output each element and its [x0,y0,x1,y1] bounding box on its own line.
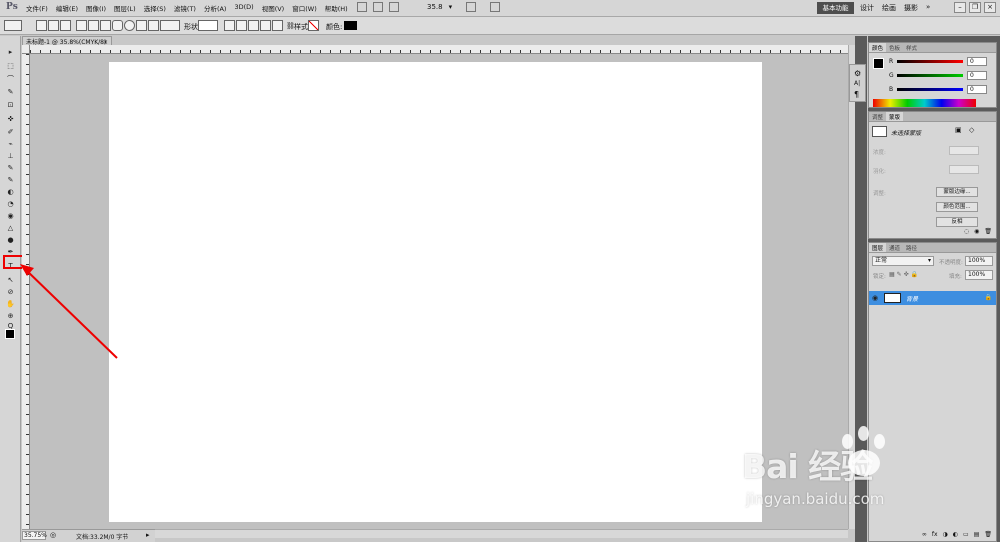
pixel-mask-icon[interactable]: ▣ [955,126,962,134]
slider-blue[interactable]: B 0 [889,85,994,94]
blue-track[interactable] [897,88,963,91]
lock-icons[interactable]: ▦✎✜🔒 [889,271,920,278]
green-track[interactable] [897,74,963,77]
red-track[interactable] [897,60,963,63]
color-panel: 颜色 色板 样式 R 0 G 0 B 0 [868,42,997,108]
fx-icon[interactable]: fx [932,531,938,541]
density-field[interactable] [949,146,979,155]
collapsed-panels: ⚙ A| ¶ [849,64,866,102]
character-icon[interactable]: A| [854,80,860,87]
new-group-icon[interactable]: ▭ [963,531,969,541]
red-value[interactable]: 0 [967,57,987,66]
tab-channels[interactable]: 通道 [886,243,903,252]
link-layers-icon[interactable]: ∞ [922,531,927,541]
visibility-icon[interactable]: ◉ [974,228,979,238]
zoom-field[interactable]: 35.75% [22,531,47,540]
opacity-label: 不透明度: [939,260,963,266]
layers-panel-footer: ∞ fx ◑ ◐ ▭ ▤ 🗑 [869,531,996,541]
green-value[interactable]: 0 [967,71,987,80]
fill-field[interactable]: 100% [965,270,993,280]
layers-panel-tabs: 图层 通道 路径 [869,243,996,253]
blue-value[interactable]: 0 [967,85,987,94]
layer-row[interactable]: ◉ 背景 🔒 [869,291,996,305]
blend-mode-select[interactable]: 正常 ▾ [872,256,934,266]
document-info: 文档:33.2M/0 字节 [76,534,129,541]
paw-logo [834,426,894,486]
opacity-field[interactable]: 100% [965,256,993,266]
tab-layers[interactable]: 图层 [869,243,887,252]
delete-mask-icon[interactable]: 🗑 [984,228,992,238]
refine-label: 调整: [873,191,886,197]
lock-label: 锁定: [873,274,886,280]
tab-masks[interactable]: 蒙版 [886,112,904,121]
tab-styles[interactable]: 样式 [903,43,920,52]
new-layer-icon[interactable]: ▤ [974,531,980,541]
add-mask-icon[interactable]: ◑ [943,531,948,541]
fg-color-preview[interactable] [873,58,884,69]
mask-thumbnail [872,126,887,137]
layers-panel: 图层 通道 路径 正常 ▾ 不透明度: 100% 锁定: ▦✎✜🔒 填充: 10… [868,242,997,542]
masks-panel-footer: ◌ ◉ 🗑 [869,228,996,238]
tab-swatches[interactable]: 色板 [886,43,903,52]
masks-panel-tabs: 调整 蒙版 [869,112,996,122]
eye-icon[interactable]: ◉ [872,294,878,302]
watermark-sub: jingyan.baidu.com [746,490,885,508]
load-selection-icon[interactable]: ◌ [964,228,969,238]
status-info-icon[interactable]: ◎ [50,531,56,539]
color-panel-tabs: 颜色 色板 样式 [869,43,996,53]
layer-name[interactable]: 背景 [906,294,918,303]
tab-color[interactable]: 颜色 [869,43,887,52]
fill-label: 填充: [949,274,962,280]
invert-button[interactable]: 反相 [936,217,978,227]
mask-status: 未选择蒙版 [891,130,922,137]
density-label: 浓度: [873,150,886,156]
paragraph-icon[interactable]: ¶ [854,90,859,99]
mask-edge-button[interactable]: 蒙版边缘... [936,187,978,197]
status-bar: 35.75% ◎ 文档:33.2M/0 字节 ▸ [22,529,155,542]
baidu-watermark: Bai 经验 jingyan.baidu.com [742,426,885,508]
color-range-button[interactable]: 颜色范围... [936,202,978,212]
status-menu-icon[interactable]: ▸ [146,531,150,539]
settings-icon[interactable]: ⚙ [854,69,861,78]
tab-adjustments[interactable]: 调整 [869,112,886,121]
feather-field[interactable] [949,165,979,174]
blend-mode-value: 正常 [875,257,888,264]
layer-thumbnail [884,293,901,303]
chevron-down-icon: ▾ [927,257,931,264]
lock-icon: 🔒 [984,294,992,301]
color-spectrum[interactable] [873,99,976,107]
vector-mask-icon[interactable]: ◇ [969,126,974,134]
adjustment-layer-icon[interactable]: ◐ [953,531,958,541]
slider-green[interactable]: G 0 [889,71,994,80]
slider-red[interactable]: R 0 [889,57,994,66]
tab-paths[interactable]: 路径 [903,243,920,252]
delete-layer-icon[interactable]: 🗑 [984,531,992,541]
feather-label: 羽化: [873,169,886,175]
masks-panel: 调整 蒙版 未选择蒙版 ▣ ◇ 浓度: 羽化: 调整: 蒙版边缘... 颜色范围… [868,111,997,239]
